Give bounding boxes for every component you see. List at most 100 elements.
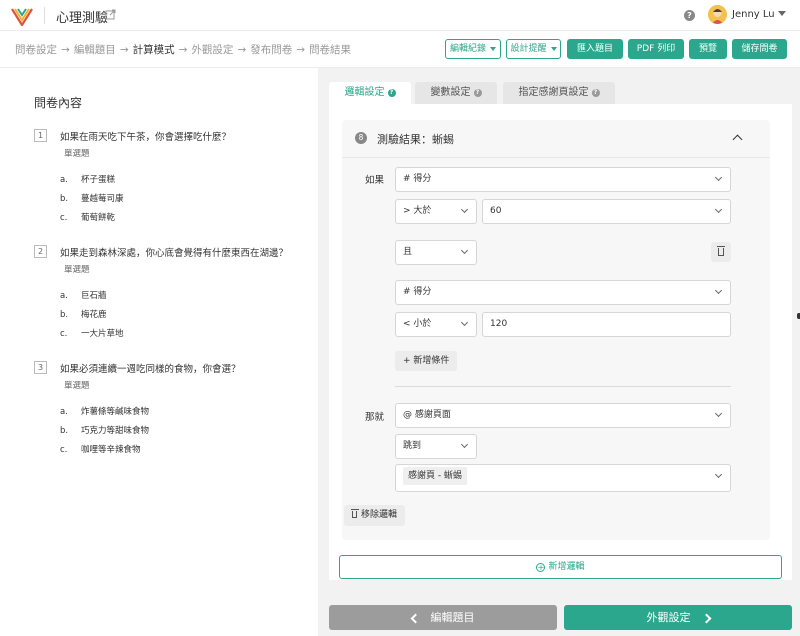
help-icon[interactable]: ? <box>684 10 695 21</box>
help-icon[interactable]: ? <box>473 89 482 97</box>
select-value: 跳到 <box>403 441 422 451</box>
edit-history-button[interactable]: 編輯紀錄 <box>445 39 501 59</box>
caret-down-icon <box>550 46 557 51</box>
step-calculation-mode[interactable]: 計算模式 <box>133 44 175 56</box>
chevron-down-icon <box>714 470 723 479</box>
step-results[interactable]: 問卷結果 <box>309 44 351 56</box>
next-appearance-button[interactable]: 外觀設定 <box>564 605 792 630</box>
question-number: 3 <box>34 361 47 374</box>
option-item: c. 葡萄餅乾 <box>60 211 115 223</box>
chevron-down-icon <box>460 205 469 214</box>
caret-down-icon <box>490 46 496 51</box>
if-label: 如果 <box>365 175 385 186</box>
arrow-right-icon: → <box>237 44 247 56</box>
option-text: 蔓越莓司康 <box>81 194 124 204</box>
avatar[interactable] <box>708 5 727 24</box>
add-condition-button[interactable]: + 新增條件 <box>395 351 458 371</box>
chevron-left-icon <box>410 613 420 623</box>
survey-content-panel: 問卷內容 1 如果在雨天吃下午茶，你會選擇吃什麼？ 單選題 a. 杯子蛋糕 b. 蔓… <box>0 68 318 636</box>
condition-1-variable-select[interactable]: # 得分 <box>395 167 731 192</box>
user-name[interactable]: Jenny Lu <box>732 9 775 20</box>
tab-thankyou-page-settings[interactable]: 指定感謝頁設定? <box>503 82 615 104</box>
help-icon[interactable]: ? <box>591 89 600 97</box>
remove-logic-label: 移除邏輯 <box>361 510 398 520</box>
option-item: b. 蔓越莓司康 <box>60 192 124 204</box>
question-text: 如果走到森林深處，你心底會覺得有什麼東西在湖邊？ <box>60 248 289 259</box>
logic-settings-panel: 邏輯設定? 變數設定? 指定感謝頁設定? 8 測驗結果：蜥蜴 如果 # 得分 >… <box>318 68 800 636</box>
add-logic-button[interactable]: + 新增邏輯 <box>339 555 782 579</box>
chevron-up-icon[interactable] <box>732 134 743 145</box>
remove-logic-button[interactable]: 移除邏輯 <box>344 505 406 526</box>
option-text: 杯子蛋糕 <box>81 175 116 185</box>
question-text: 如果必須連續一週吃同樣的食物，你會選？ <box>60 364 241 375</box>
question-number: 1 <box>34 129 47 142</box>
option-letter: c. <box>60 329 68 339</box>
avatar-image-icon <box>708 5 727 24</box>
select-value: 60 <box>490 206 502 216</box>
chevron-down-icon <box>460 246 469 255</box>
select-value: 且 <box>403 247 413 257</box>
prev-button-label: 編輯題目 <box>430 611 475 624</box>
option-letter: c. <box>60 445 68 455</box>
app-logo-icon[interactable] <box>10 5 34 27</box>
option-letter: b. <box>60 426 69 436</box>
tab-label: 邏輯設定 <box>344 87 385 98</box>
preview-button[interactable]: 預覽 <box>689 39 727 59</box>
option-item: c. 咖哩等辛辣食物 <box>60 443 141 455</box>
condition-2-value-input[interactable]: 120 <box>482 312 731 337</box>
add-logic-label: 新增邏輯 <box>548 562 585 572</box>
option-letter: a. <box>60 175 68 185</box>
select-value: > 大於 <box>403 206 432 216</box>
header-divider <box>44 7 45 24</box>
action-target-select[interactable]: @ 感謝頁面 <box>395 403 731 428</box>
option-text: 巧克力等甜味食物 <box>81 426 150 436</box>
arrow-right-icon: → <box>296 44 306 56</box>
save-survey-button[interactable]: 儲存問卷 <box>732 39 787 59</box>
step-edit-questions[interactable]: 編輯題目 <box>74 44 116 56</box>
chevron-down-icon <box>714 173 723 182</box>
action-type-select[interactable]: 跳到 <box>395 434 477 459</box>
prev-edit-questions-button[interactable]: 編輯題目 <box>329 605 557 630</box>
question-number: 2 <box>34 245 47 258</box>
option-item: a. 杯子蛋糕 <box>60 173 115 185</box>
design-tips-button[interactable]: 設計提醒 <box>506 39 561 59</box>
pdf-print-button[interactable]: PDF 列印 <box>628 39 684 59</box>
option-letter: a. <box>60 291 68 301</box>
chevron-down-icon <box>460 318 469 327</box>
connector-select[interactable]: 且 <box>395 240 477 265</box>
external-link-icon[interactable] <box>105 9 116 20</box>
arrow-right-icon: → <box>61 44 70 56</box>
select-value: # 得分 <box>403 174 432 184</box>
option-text: 巨石牆 <box>81 291 107 301</box>
chevron-down-icon[interactable] <box>778 11 786 16</box>
condition-1-operator-select[interactable]: > 大於 <box>395 199 477 224</box>
step-appearance[interactable]: 外觀設定 <box>191 44 233 56</box>
delete-condition-button[interactable] <box>711 242 731 262</box>
tab-logic-settings[interactable]: 邏輯設定? <box>329 82 411 104</box>
app-title: 心理測驗 <box>56 11 109 26</box>
tab-label: 變數設定 <box>430 87 471 98</box>
thankyou-page-select[interactable]: 感謝頁 - 蜥蜴 <box>395 464 731 492</box>
trash-icon <box>351 509 359 518</box>
chevron-down-icon <box>714 205 723 214</box>
option-item: b. 巧克力等甜味食物 <box>60 424 149 436</box>
step-survey-settings[interactable]: 問卷設定 <box>15 44 57 56</box>
condition-2-variable-select[interactable]: # 得分 <box>395 280 731 305</box>
import-questions-button[interactable]: 匯入題目 <box>567 39 623 59</box>
section-divider <box>395 386 731 387</box>
chevron-right-icon <box>701 613 711 623</box>
condition-2-operator-select[interactable]: < 小於 <box>395 312 477 337</box>
option-text: 炸薯條等鹹味食物 <box>81 407 150 417</box>
step-publish[interactable]: 發布問卷 <box>250 44 292 56</box>
then-label: 那就 <box>365 412 385 423</box>
section-title: 問卷內容 <box>34 96 83 110</box>
option-letter: a. <box>60 407 68 417</box>
condition-1-value-select[interactable]: 60 <box>482 199 731 224</box>
chevron-down-icon <box>714 409 723 418</box>
question-type: 單選題 <box>64 381 90 391</box>
arrow-right-icon: → <box>178 44 188 56</box>
question-type: 單選題 <box>64 149 90 159</box>
help-icon[interactable]: ? <box>387 89 396 97</box>
tab-variable-settings[interactable]: 變數設定? <box>415 82 497 104</box>
next-button-label: 外觀設定 <box>646 611 691 624</box>
